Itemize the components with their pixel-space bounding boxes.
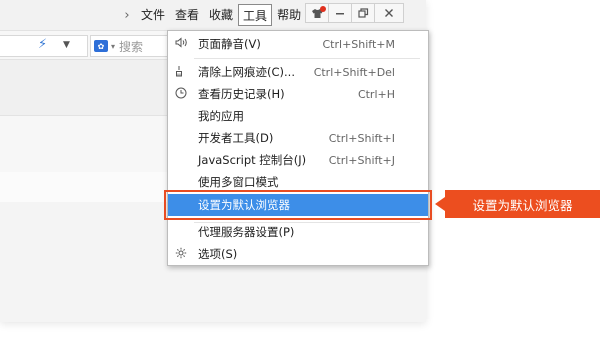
menu-tools[interactable]: 工具 [238,4,273,26]
menu-item-label: 查看历史记录(H) [198,87,285,101]
menu-view[interactable]: 查看 [170,4,204,26]
clock-icon [174,87,188,102]
menu-item-dev-tools[interactable]: 开发者工具(D) Ctrl+Shift+I [168,127,428,149]
menu-item-my-apps[interactable]: 我的应用 [168,105,428,127]
menu-item-clear-traces[interactable]: 清除上网痕迹(C)... Ctrl+Shift+Del [168,61,428,83]
menu-item-label: 开发者工具(D) [198,131,274,145]
menu-item-label: 页面静音(V) [198,37,261,51]
chevron-right-icon[interactable]: › [118,8,136,23]
screenshot-stage: › 文件 查看 收藏 工具 帮助 ⚡ ▼ ✿ ▾ 搜索 页面静音(V) Ctrl… [0,0,600,341]
menu-item-shortcut: Ctrl+Shift+I [328,131,395,145]
search-box[interactable]: ✿ ▾ 搜索 [90,35,168,57]
menu-item-shortcut: Ctrl+Shift+Del [313,65,395,79]
chevron-down-icon[interactable]: ▼ [63,40,70,50]
menu-file[interactable]: 文件 [136,4,170,26]
menu-item-label: 代理服务器设置(P) [198,225,295,239]
menu-item-label: 设置为默认浏览器 [198,198,290,212]
menu-item-set-default-browser[interactable]: 设置为默认浏览器 [164,190,432,220]
menu-item-label: 使用多窗口模式 [198,175,279,189]
annotation-callout: 设置为默认浏览器 [435,190,600,218]
close-icon[interactable] [374,3,404,23]
chevron-down-icon[interactable]: ▾ [111,42,115,51]
menu-item-js-console[interactable]: JavaScript 控制台(J) Ctrl+Shift+J [168,149,428,171]
search-placeholder: 搜索 [119,39,144,54]
broom-icon [174,65,188,80]
callout-text: 设置为默认浏览器 [472,197,573,213]
menu-item-label: 选项(S) [198,247,238,261]
window-controls [305,3,404,23]
menu-item-label: JavaScript 控制台(J) [198,153,307,167]
menu-bar: › 文件 查看 收藏 工具 帮助 [118,0,306,30]
tools-menu: 页面静音(V) Ctrl+Shift+M 清除上网痕迹(C)... Ctrl+S… [164,30,432,266]
menu-item-shortcut: Ctrl+H [357,87,395,101]
callout-arrow [435,197,445,211]
notification-dot [320,6,326,12]
restore-icon[interactable] [351,3,375,23]
menu-item-options[interactable]: 选项(S) [168,243,428,265]
speaker-icon [174,37,188,51]
menu-item-multi-window[interactable]: 使用多窗口模式 [168,171,428,193]
search-engine-icon[interactable]: ✿ [94,40,108,52]
menu-item-label: 我的应用 [198,109,244,123]
menu-item-history[interactable]: 查看历史记录(H) Ctrl+H [168,83,428,105]
lightning-icon[interactable]: ⚡ [38,37,47,52]
gear-icon [174,247,188,262]
menu-favorites[interactable]: 收藏 [204,4,238,26]
menu-help[interactable]: 帮助 [272,4,306,26]
menu-item-shortcut: Ctrl+Shift+M [322,37,396,51]
menu-item-shortcut: Ctrl+Shift+J [328,153,395,167]
menu-item-proxy-settings[interactable]: 代理服务器设置(P) [168,221,428,243]
minimize-icon[interactable] [328,3,352,23]
tshirt-icon[interactable] [305,3,329,23]
menu-item-mute-page[interactable]: 页面静音(V) Ctrl+Shift+M [168,33,428,55]
menu-separator [194,58,420,59]
menu-item-label: 清除上网痕迹(C)... [198,65,295,79]
